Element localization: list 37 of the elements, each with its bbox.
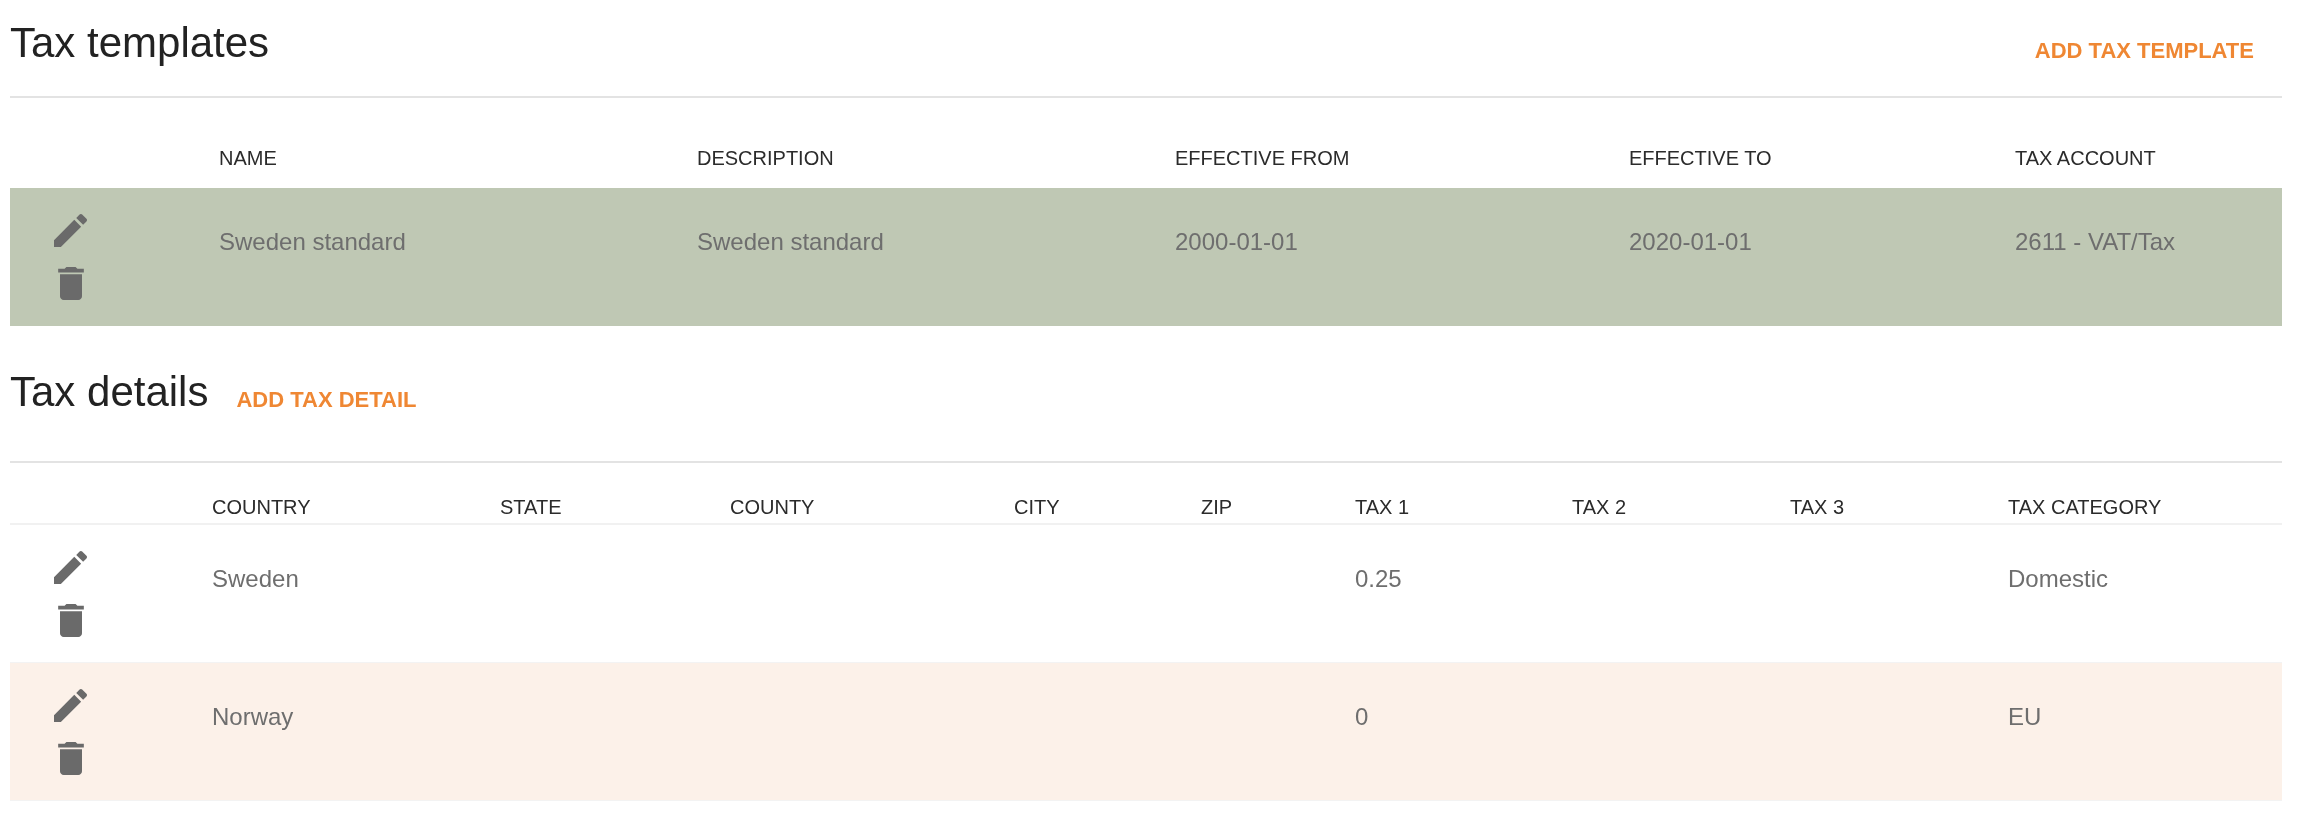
column-header: TAX CATEGORY	[2008, 495, 2163, 519]
table-row[interactable]: Sweden standard Sweden standard 2000-01-01 2020-01-01 2611 - VAT/Tax	[10, 188, 2282, 326]
pencil-icon[interactable]	[54, 689, 87, 722]
table-cell-text: 0	[1355, 702, 1370, 732]
pencil-icon[interactable]	[54, 214, 87, 247]
column-header: CITY	[1014, 495, 1061, 519]
column-header: TAX 2	[1572, 495, 1628, 519]
column-header: DESCRIPTION	[697, 146, 835, 170]
column-header: COUNTY	[730, 495, 816, 519]
column-header: STATE	[500, 495, 563, 519]
table-cell-text: 2611 - VAT/Tax	[2015, 227, 2177, 257]
table-cell-text: Sweden standard	[219, 227, 407, 257]
table-cell-text: 2020-01-01	[1629, 227, 1753, 257]
table-row[interactable]: Norway 0 EU	[10, 663, 2282, 801]
trash-icon[interactable]	[57, 742, 84, 775]
table-cell-text: Norway	[212, 702, 295, 732]
column-header: NAME	[219, 146, 278, 170]
add-detail-button[interactable]: ADD TAX DETAIL	[220, 379, 433, 421]
table-cell-text: 0.25	[1355, 564, 1403, 594]
column-header: TAX 3	[1790, 495, 1846, 519]
table-cell-text: Sweden	[212, 564, 300, 594]
trash-icon[interactable]	[57, 267, 84, 300]
table-cell-text: EU	[2008, 702, 2043, 732]
column-header: ZIP	[1201, 495, 1234, 519]
column-header: TAX ACCOUNT	[2015, 146, 2157, 170]
table-cell-text: Sweden standard	[697, 227, 885, 257]
column-header: TAX 1	[1355, 495, 1411, 519]
table-cell-text: Domestic	[2008, 564, 2110, 594]
column-header: EFFECTIVE FROM	[1175, 146, 1351, 170]
section-title: Tax templates	[10, 18, 270, 68]
table-cell-text: 2000-01-01	[1175, 227, 1299, 257]
add-template-button[interactable]: ADD TAX TEMPLATE	[2018, 30, 2270, 72]
pencil-icon[interactable]	[54, 551, 87, 584]
section-title: Tax details	[10, 367, 209, 417]
column-header: EFFECTIVE TO	[1629, 146, 1773, 170]
trash-icon[interactable]	[57, 604, 84, 637]
column-header: COUNTRY	[212, 495, 312, 519]
